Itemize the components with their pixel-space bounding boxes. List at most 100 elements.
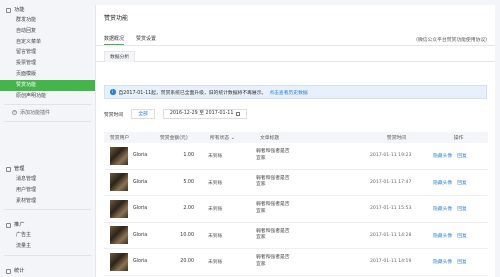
sidebar-function-item[interactable]: 赞赏功能 — [0, 79, 95, 91]
sidebar-head-stats[interactable]: 统计 — [0, 266, 95, 276]
time-cell: 2017-01-11 15:53 — [370, 206, 412, 212]
user-cell: Gloria — [104, 199, 154, 218]
agreement-link[interactable]: (微信公众平台赞赏功能使用协议) — [416, 36, 487, 43]
date-range-picker[interactable]: 2016-12-29 至 2017-01-11 — [162, 109, 248, 119]
reply-link[interactable]: 回复 — [457, 232, 467, 239]
avatar — [110, 173, 128, 192]
info-icon: i — [110, 89, 116, 95]
subtab-analysis[interactable]: 数据分析 — [104, 51, 136, 62]
reply-link[interactable]: 回复 — [457, 179, 467, 186]
status-cell: 未到账 — [208, 260, 223, 266]
history-link[interactable]: 点击查看历史数据 — [269, 89, 307, 96]
tab-overview[interactable]: 数据概况 — [104, 35, 125, 45]
sidebar-function-item[interactable]: 留言管理 — [0, 47, 95, 58]
col-title: 文章标题 — [260, 136, 280, 141]
ops-cell: 隐藏头像 回复 — [429, 232, 488, 239]
add-plugin-button[interactable]: + 添加功能插件 — [0, 108, 95, 118]
tab-settings[interactable]: 赞赏设置 — [136, 35, 156, 45]
sidebar-function-item[interactable]: 投票管理 — [0, 58, 95, 69]
sidebar-promo-item[interactable]: 流量主 — [0, 241, 95, 252]
sidebar-head-promo[interactable]: 推广 — [0, 220, 95, 230]
col-amount: 赞赏金额(元) — [160, 136, 188, 141]
filter-all-button[interactable]: 全部 — [131, 109, 155, 119]
reward-table: 赞赏用户 赞赏金额(元) 所有状态 ⌄ 文章标题 赞赏时间 操作 Gloria 1… — [104, 132, 488, 276]
status-cell: 未到账 — [208, 154, 223, 160]
user-cell: Gloria — [104, 173, 154, 192]
sidebar-head-label: 功能 — [14, 7, 25, 13]
plus-icon: + — [12, 110, 17, 116]
sidebar-function-item[interactable]: 群发功能 — [0, 15, 95, 26]
calendar-icon — [236, 112, 241, 116]
filter-label: 赞赏时间 — [104, 112, 124, 118]
time-cell: 2017-01-11 19:23 — [370, 153, 412, 159]
title-cell: 弱者和强者是否 宜家 — [256, 228, 290, 241]
sidebar-manage-item[interactable]: 素材管理 — [0, 196, 95, 207]
ops-cell: 隐藏头像 回复 — [429, 152, 488, 159]
title-cell: 弱者和强者是否 宜家 — [256, 202, 290, 214]
amount-cell: 5.00 — [183, 179, 194, 185]
sidebar: 功能 群发功能 自动回复 自定义菜单 留言管理 投票管理 页面模版 赞赏功能 原创声明功能 +… — [0, 0, 95, 277]
avatar — [110, 226, 128, 245]
avatar — [110, 146, 128, 165]
sidebar-head-label: 管理 — [14, 166, 25, 172]
sidebar-function-item[interactable]: 原创声明功能 — [0, 91, 95, 102]
user-cell: Gloria — [104, 226, 154, 245]
sidebar-function-item[interactable]: 页面模版 — [0, 69, 95, 80]
promo-icon — [6, 222, 11, 228]
sidebar-manage-item[interactable]: 消息管理 — [0, 174, 95, 185]
title-cell: 弱者和强者是否 宜家 — [256, 255, 290, 267]
main-panel: 赞赏功能 数据概况 赞赏设置 (微信公众平台赞赏功能使用协议) 数据分析 i 自… — [95, 5, 495, 277]
amount-cell: 20.00 — [180, 259, 194, 265]
hide-avatar-link[interactable]: 隐藏头像 — [433, 179, 452, 186]
sidebar-section-manage: 管理 消息管理 用户管理 素材管理 — [0, 164, 95, 213]
subtab-bar: 数据分析 — [96, 51, 495, 62]
amount-cell: 1.00 — [183, 153, 194, 159]
table-row: Gloria 20.00 未到账 弱者和强者是否 宜家 2017-01-11 14:19… — [104, 249, 488, 276]
reply-link[interactable]: 回复 — [457, 258, 467, 265]
divider — [96, 45, 495, 46]
title-cell: 弱者和强者是否 宜家 — [256, 149, 290, 161]
sidebar-promo-item[interactable]: 广告主 — [0, 230, 95, 241]
col-status-filter[interactable]: 所有状态 ⌄ — [204, 134, 254, 141]
reply-link[interactable]: 回复 — [457, 152, 467, 159]
sidebar-function-item[interactable]: 自定义菜单 — [0, 37, 95, 48]
user-cell: Gloria — [104, 146, 154, 165]
sidebar-head-manage[interactable]: 管理 — [0, 164, 95, 174]
divider — [4, 120, 91, 122]
hide-avatar-link[interactable]: 隐藏头像 — [433, 232, 452, 239]
hide-avatar-link[interactable]: 隐藏头像 — [433, 205, 452, 212]
title-cell: 弱者和强者是否 宜家 — [256, 175, 290, 188]
sidebar-head-function[interactable]: 功能 — [0, 5, 95, 15]
time-cell: 2017-01-11 14:28 — [370, 232, 412, 238]
ops-cell: 隐藏头像 回复 — [429, 205, 488, 212]
time-cell: 2017-01-11 17:47 — [370, 179, 412, 185]
divider — [4, 254, 91, 256]
status-cell: 未到账 — [208, 207, 223, 213]
table-row: Gloria 10.00 未到账 弱者和强者是否 宜家 2017-01-11 14:28… — [104, 223, 488, 249]
user-cell: Gloria — [104, 252, 154, 271]
sidebar-function-item[interactable]: 自动回复 — [0, 26, 95, 37]
page-title: 赞赏功能 — [104, 15, 129, 22]
user-name: Gloria — [133, 232, 148, 238]
user-name: Gloria — [133, 206, 148, 212]
stats-icon — [6, 268, 11, 274]
status-cell: 未到账 — [208, 180, 223, 186]
sidebar-section-stats: 统计 — [0, 266, 95, 276]
sidebar-section-promo: 推广 广告主 流量主 — [0, 220, 95, 258]
ops-cell: 隐藏头像 回复 — [429, 179, 488, 186]
avatar — [110, 199, 128, 218]
amount-cell: 2.00 — [183, 206, 194, 212]
notice-text: 自2017-01-11起，赞赏系统已全面升级，旧的统计数据将不再展示。 — [118, 90, 267, 96]
col-time: 赞赏时间 — [386, 136, 407, 141]
notice-banner: i 自2017-01-11起，赞赏系统已全面升级，旧的统计数据将不再展示。 点击… — [104, 85, 487, 99]
sidebar-manage-item[interactable]: 用户管理 — [0, 185, 95, 196]
amount-cell: 10.00 — [180, 232, 194, 238]
hide-avatar-link[interactable]: 隐藏头像 — [433, 152, 452, 159]
manage-icon — [6, 166, 11, 172]
reply-link[interactable]: 回复 — [457, 205, 467, 212]
hide-avatar-link[interactable]: 隐藏头像 — [433, 258, 452, 265]
table-header: 赞赏用户 赞赏金额(元) 所有状态 ⌄ 文章标题 赞赏时间 操作 — [104, 132, 488, 143]
table-row: Gloria 1.00 未到账 弱者和强者是否 宜家 2017-01-11 19:23 隐… — [104, 143, 488, 170]
col-user: 赞赏用户 — [110, 136, 130, 141]
date-range-value: 2016-12-29 至 2017-01-11 — [169, 111, 234, 116]
